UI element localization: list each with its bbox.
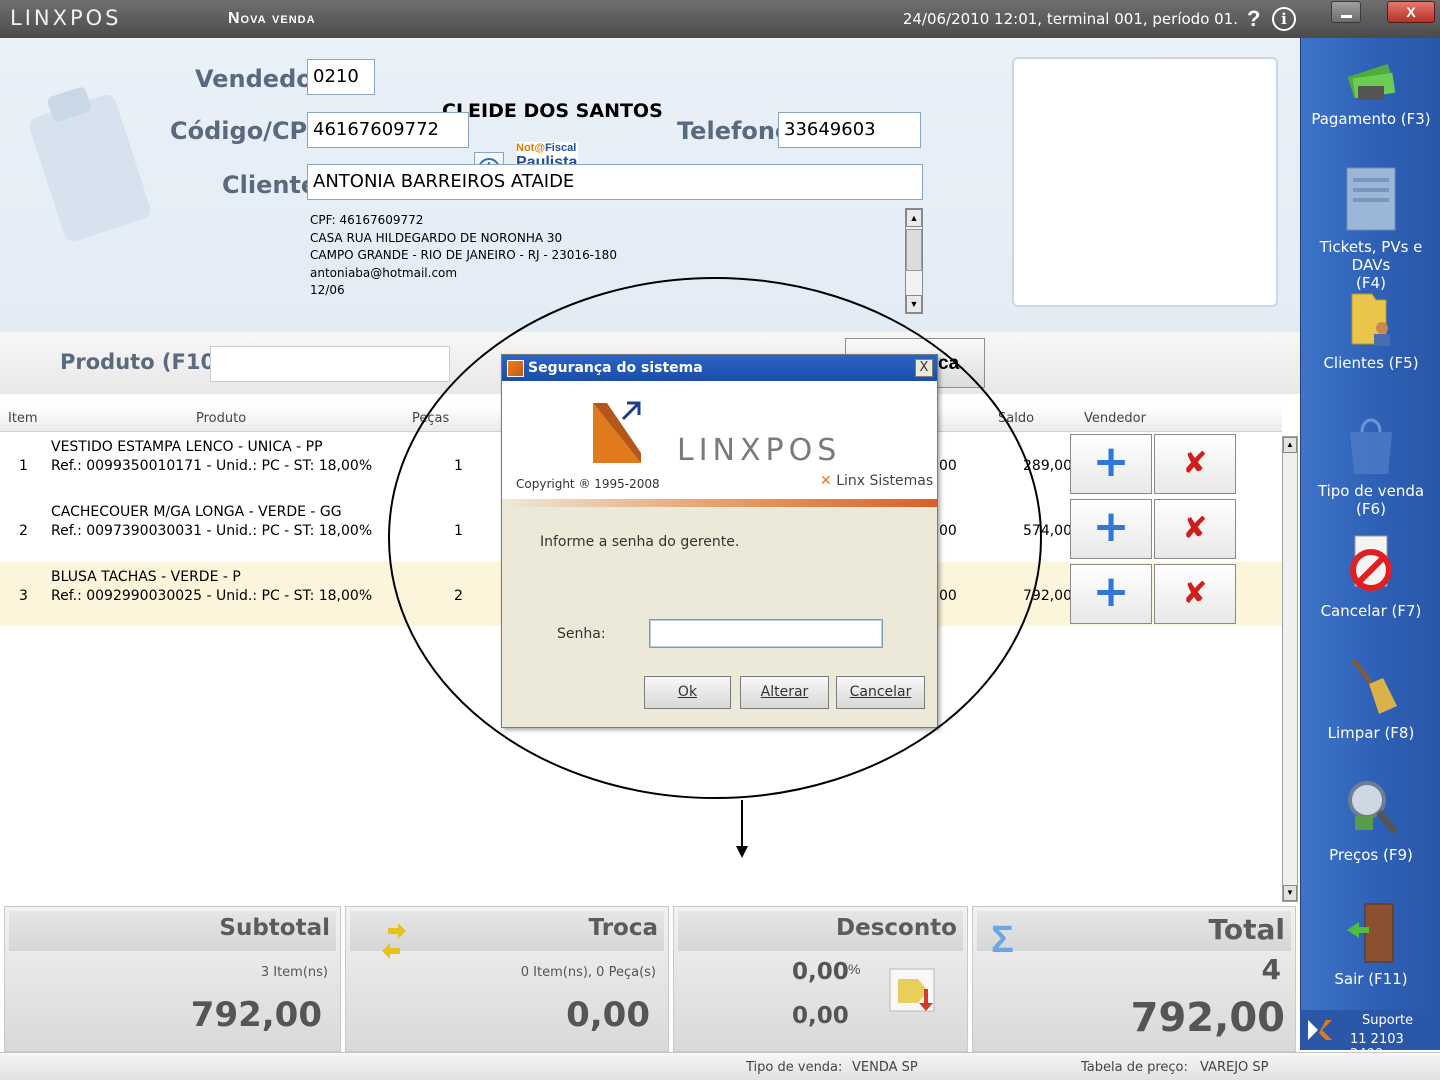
- col-item: Item: [8, 411, 38, 426]
- discount-percent: 0,00: [792, 959, 849, 985]
- dialog-copyright: Copyright ® 1995-2008: [516, 477, 660, 491]
- telefone-field[interactable]: 33649603: [778, 112, 921, 148]
- details-scrollbar[interactable]: ▲ ▼: [905, 208, 923, 314]
- scroll-down-icon[interactable]: ▼: [1283, 885, 1297, 901]
- app-logo: LINXPOS: [10, 6, 122, 30]
- dialog-title: Segurança do sistema: [528, 360, 703, 376]
- cancel-icon: [1350, 535, 1392, 591]
- screen-title: Nova venda: [228, 10, 316, 27]
- precos-button[interactable]: Preços (F9): [1301, 776, 1440, 864]
- troca-panel: Troca 0 Item(ns), 0 Peça(s) 0,00: [345, 906, 669, 1052]
- total-count: 4: [1261, 953, 1281, 986]
- tickets-icon: [1346, 167, 1396, 231]
- support-label: Suporte: [1362, 1013, 1414, 1028]
- total-panel: Σ Total 4 792,00: [972, 906, 1296, 1052]
- support-panel[interactable]: Suporte 11 2103 2400: [1300, 1010, 1440, 1062]
- produto-label: Produto (F10): [60, 350, 225, 374]
- title-bar: LINXPOS Nova venda 24/06/2010 12:01, ter…: [0, 0, 1440, 38]
- info-icon[interactable]: i: [1272, 7, 1296, 31]
- broom-icon: [1351, 658, 1397, 714]
- delete-item-button[interactable]: ✘: [1154, 434, 1236, 494]
- senha-input[interactable]: [649, 619, 883, 648]
- actions-sidebar: Pagamento (F3) Tickets, PVs e DAVs (F4) …: [1300, 38, 1440, 1050]
- alterar-button[interactable]: Alterar: [740, 676, 829, 709]
- discount-value: 0,00: [792, 1003, 849, 1029]
- col-vendedor: Vendedor: [1084, 411, 1146, 426]
- magnifier-icon: [1348, 781, 1398, 835]
- delete-item-button[interactable]: ✘: [1154, 564, 1236, 624]
- security-dialog: Segurança do sistema X LINXPOS Copyright…: [501, 354, 938, 728]
- ok-button[interactable]: Ok: [644, 676, 731, 709]
- session-status: 24/06/2010 12:01, terminal 001, período …: [902, 10, 1238, 28]
- percent-sign: %: [848, 961, 861, 977]
- subtotal-panel: Subtotal 3 Item(ns) 792,00: [4, 906, 341, 1052]
- add-vendedor-button[interactable]: +: [1070, 434, 1152, 494]
- linxpos-emblem-icon: [593, 401, 641, 463]
- linx-logo-icon: [1308, 1020, 1332, 1040]
- cpf-field[interactable]: 46167609772: [307, 112, 469, 148]
- cancelar-dialog-button[interactable]: Cancelar: [836, 676, 925, 709]
- discount-tag-icon[interactable]: [888, 963, 938, 1015]
- vendedor-name: CLEIDE DOS SANTOS: [442, 100, 663, 122]
- vendedor-code-field[interactable]: 0210: [307, 59, 375, 95]
- customer-details: CPF: 46167609772 CASA RUA HILDEGARDO DE …: [310, 213, 617, 297]
- grid-scrollbar[interactable]: ▲ ▼: [1282, 436, 1298, 902]
- limpar-button[interactable]: Limpar (F8): [1301, 654, 1440, 742]
- col-produto: Produto: [196, 411, 247, 426]
- pagamento-button[interactable]: Pagamento (F3): [1301, 52, 1440, 128]
- senha-label: Senha:: [557, 626, 606, 642]
- scroll-thumb[interactable]: [906, 229, 922, 271]
- folder-users-icon: [1351, 293, 1390, 346]
- shopping-bag-icon: [1350, 418, 1392, 474]
- produto-input[interactable]: [210, 346, 450, 382]
- telefone-label: Telefone: [677, 117, 792, 145]
- customer-photo: [1012, 57, 1278, 307]
- tipo-venda-button[interactable]: Tipo de venda (F6): [1301, 412, 1440, 518]
- linx-sistemas-logo: ✕ Linx Sistemas: [820, 473, 934, 489]
- clientes-button[interactable]: Clientes (F5): [1301, 290, 1440, 372]
- col-saldo: Saldo: [998, 411, 1035, 426]
- add-vendedor-button[interactable]: +: [1070, 564, 1152, 624]
- sair-button[interactable]: Sair (F11): [1301, 900, 1440, 988]
- dialog-title-bar[interactable]: Segurança do sistema X: [502, 355, 937, 381]
- add-vendedor-button[interactable]: +: [1070, 499, 1152, 559]
- sigma-icon: Σ: [991, 919, 1014, 961]
- exit-door-icon: [1347, 903, 1394, 963]
- scroll-up-icon[interactable]: ▲: [906, 209, 922, 227]
- cancelar-button[interactable]: Cancelar (F7): [1301, 532, 1440, 620]
- cliente-field[interactable]: ANTONIA BARREIROS ATAIDE: [307, 164, 923, 200]
- delete-item-button[interactable]: ✘: [1154, 499, 1236, 559]
- scroll-down-icon[interactable]: ▼: [906, 295, 922, 313]
- col-pecas: Peças: [412, 411, 450, 426]
- status-bar: Tipo de venda: VENDA SP Tabela de preço:…: [0, 1052, 1440, 1080]
- dialog-brand: LINXPOS: [677, 433, 842, 468]
- money-icon: [1347, 64, 1396, 100]
- annotation-arrow-head: [736, 846, 748, 858]
- desconto-panel[interactable]: Desconto 0,00 % 0,00: [673, 906, 968, 1052]
- dialog-close-button[interactable]: X: [915, 359, 933, 377]
- dialog-message: Informe a senha do gerente.: [540, 534, 740, 550]
- customer-header: Vendedor 0210 CLEIDE DOS SANTOS Código/C…: [0, 38, 1300, 332]
- tickets-button[interactable]: Tickets, PVs e DAVs (F4): [1301, 164, 1440, 292]
- vendedor-label: Vendedor: [195, 65, 325, 93]
- exchange-icon: [382, 923, 406, 959]
- cpf-label: Código/CPF: [170, 117, 324, 145]
- scroll-up-icon[interactable]: ▲: [1283, 437, 1297, 453]
- close-window-button[interactable]: X: [1387, 1, 1435, 23]
- dialog-app-icon: [507, 360, 524, 377]
- minimize-button[interactable]: [1331, 1, 1361, 23]
- clipboard-watermark-icon: [30, 87, 151, 242]
- help-icon[interactable]: ?: [1247, 6, 1260, 32]
- cliente-label: Cliente: [222, 171, 318, 199]
- dialog-banner: LINXPOS Copyright ® 1995-2008 ✕ Linx Sis…: [502, 381, 937, 507]
